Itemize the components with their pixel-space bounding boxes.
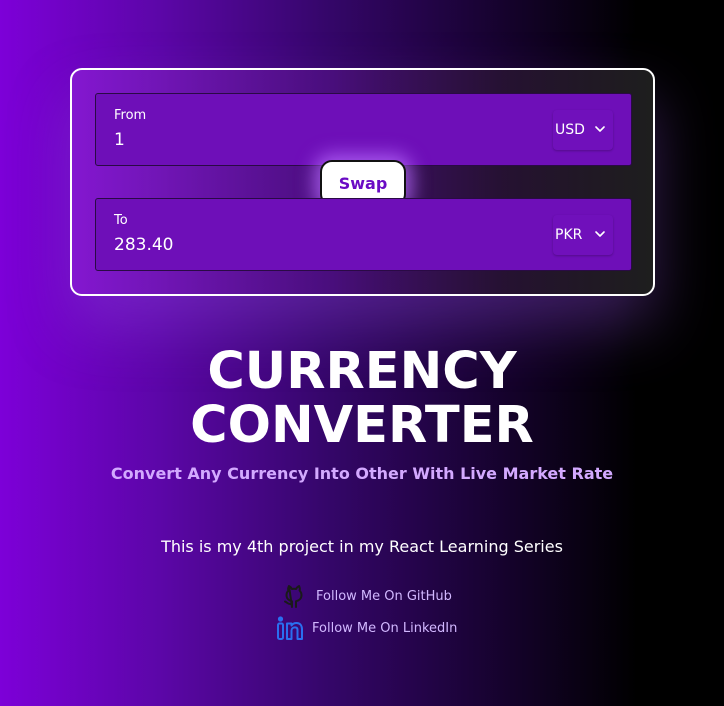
from-amount-input[interactable] [114,130,414,150]
title-line-1: CURRENCY [207,342,517,401]
converter-card: From USD Swap To PKR [70,68,655,296]
from-currency-code: USD [555,122,585,138]
from-field: From USD [95,93,632,166]
title-line-2: CONVERTER [190,396,534,455]
to-amount-input[interactable] [114,235,414,255]
to-label: To [114,213,128,228]
chevron-down-icon [595,126,605,132]
linkedin-link-label: Follow Me On LinkedIn [312,620,458,636]
page-subtitle: Convert Any Currency Into Other With Liv… [110,464,614,483]
to-currency-select[interactable]: PKR [553,215,613,255]
github-icon [284,585,303,608]
project-description: This is my 4th project in my React Learn… [161,537,563,556]
to-field: To PKR [95,198,632,271]
github-link[interactable]: Follow Me On GitHub [280,583,452,609]
chevron-down-icon [595,231,605,237]
github-link-label: Follow Me On GitHub [316,588,452,604]
linkedin-link[interactable]: Follow Me On LinkedIn [276,615,457,641]
from-currency-select[interactable]: USD [553,110,613,150]
page-title: CURRENCY CONVERTER [0,345,724,453]
from-label: From [114,108,147,123]
to-currency-code: PKR [555,227,583,243]
linkedin-icon [277,616,303,640]
